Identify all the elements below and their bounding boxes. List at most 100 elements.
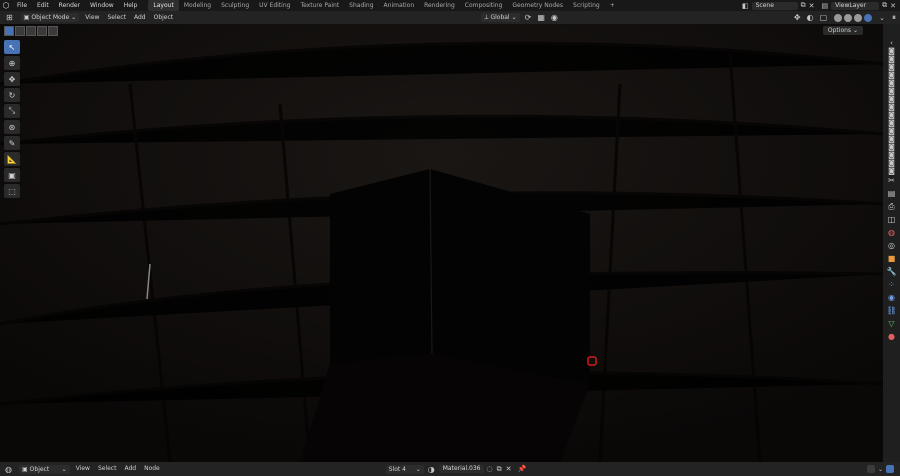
camera-icon[interactable]: ◙ xyxy=(887,88,897,95)
camera-icon[interactable]: ◙ xyxy=(887,168,897,175)
camera-icon[interactable]: ◙ xyxy=(887,128,897,135)
blender-logo-icon[interactable]: ⬡ xyxy=(0,1,12,10)
options-button[interactable]: Options ⌄ xyxy=(822,26,863,35)
menu-file[interactable]: File xyxy=(12,0,32,11)
view-layer-field[interactable]: ViewLayer xyxy=(831,1,880,10)
proportional-editing-icon[interactable]: ◉ xyxy=(548,13,561,22)
menu-view[interactable]: View xyxy=(72,462,94,476)
cursor-tool-icon[interactable]: ⊕ xyxy=(4,56,20,70)
orientation-dropdown[interactable]: ⟂ Global ⌄ xyxy=(481,13,520,22)
render-properties-icon[interactable]: ▤ xyxy=(887,189,897,198)
menu-render[interactable]: Render xyxy=(54,0,85,11)
tab-texture-paint[interactable]: Texture Paint xyxy=(295,0,344,11)
camera-icon[interactable]: ◙ xyxy=(887,120,897,127)
snap-icon[interactable]: ▦ xyxy=(534,13,548,22)
camera-icon[interactable]: ◙ xyxy=(887,72,897,79)
toggle-sidebar-icon[interactable]: ⏸ xyxy=(888,13,900,23)
camera-icon[interactable]: ◙ xyxy=(887,152,897,159)
camera-icon[interactable]: ◙ xyxy=(887,160,897,167)
menu-add[interactable]: Add xyxy=(130,11,150,24)
new-scene-icon[interactable]: ⧉ xyxy=(801,1,806,10)
new-view-layer-icon[interactable]: ⧉ xyxy=(882,1,887,10)
rendered-shading-icon[interactable] xyxy=(864,13,873,22)
menu-edit[interactable]: Edit xyxy=(32,0,54,11)
tab-rendering[interactable]: Rendering xyxy=(419,0,460,11)
select-extend-icon[interactable] xyxy=(15,26,25,36)
delete-scene-icon[interactable]: ✕ xyxy=(809,2,815,10)
wireframe-shading-icon[interactable] xyxy=(834,13,843,22)
tab-compositing[interactable]: Compositing xyxy=(460,0,508,11)
tab-geometry-nodes[interactable]: Geometry Nodes xyxy=(507,0,568,11)
editor-type-icon[interactable]: ⊞ xyxy=(0,13,19,22)
xray-icon[interactable]: ▢ xyxy=(817,13,831,22)
sidebar-toggle-icon[interactable] xyxy=(886,465,894,473)
overlay-options-icon[interactable]: ⌄ xyxy=(875,466,886,473)
measure-tool-icon[interactable]: 📐 xyxy=(4,152,20,166)
tab-shading[interactable]: Shading xyxy=(344,0,378,11)
camera-icon[interactable]: ◙ xyxy=(887,104,897,111)
mode-dropdown[interactable]: ▣ Object Mode ⌄ xyxy=(20,13,80,22)
select-new-icon[interactable] xyxy=(4,26,14,36)
pin-icon[interactable]: 📌 xyxy=(513,465,530,473)
menu-object[interactable]: Object xyxy=(150,11,178,24)
select-intersect-icon[interactable] xyxy=(48,26,58,36)
expand-icon[interactable]: ‹ xyxy=(887,40,897,47)
menu-add[interactable]: Add xyxy=(120,462,140,476)
tab-sculpting[interactable]: Sculpting xyxy=(216,0,254,11)
solid-shading-icon[interactable] xyxy=(844,13,853,22)
tab-scripting[interactable]: Scripting xyxy=(568,0,605,11)
shading-options-icon[interactable]: ⌄ xyxy=(876,14,888,22)
menu-node[interactable]: Node xyxy=(140,462,164,476)
scene-properties-icon[interactable]: ◍ xyxy=(887,228,897,237)
camera-icon[interactable]: ◙ xyxy=(887,56,897,63)
editor-type-icon[interactable]: ◍ xyxy=(0,465,17,474)
select-invert-icon[interactable] xyxy=(37,26,47,36)
unlink-material-icon[interactable]: ✕ xyxy=(504,465,514,473)
camera-icon[interactable]: ◙ xyxy=(887,112,897,119)
view-layer-properties-icon[interactable]: ◫ xyxy=(887,215,897,224)
overlay-toggle-icon[interactable] xyxy=(866,465,875,473)
scale-tool-icon[interactable]: ⤡ xyxy=(4,104,20,118)
camera-icon[interactable]: ◙ xyxy=(887,80,897,87)
camera-icon[interactable]: ◙ xyxy=(887,64,897,71)
constraints-properties-icon[interactable]: ⛓ xyxy=(887,306,897,315)
tab-layout[interactable]: Layout xyxy=(148,0,179,11)
overlays-icon[interactable]: ◐ xyxy=(804,13,817,22)
camera-icon[interactable]: ◙ xyxy=(887,96,897,103)
material-field[interactable]: Material.036 xyxy=(438,465,485,473)
tab-animation[interactable]: Animation xyxy=(379,0,420,11)
add-cube-tool-icon[interactable]: ▣ xyxy=(4,168,20,182)
data-properties-icon[interactable]: ▽ xyxy=(887,319,897,328)
camera-icon[interactable]: ◙ xyxy=(887,144,897,151)
menu-select[interactable]: Select xyxy=(103,11,130,24)
material-icon[interactable]: ◑ xyxy=(426,465,437,474)
tab-uv-editing[interactable]: UV Editing xyxy=(254,0,295,11)
camera-icon[interactable]: ◙ xyxy=(887,48,897,55)
delete-view-layer-icon[interactable]: ✕ xyxy=(890,2,896,10)
select-box-tool-icon[interactable]: ↖ xyxy=(4,40,20,54)
gizmo-icon[interactable]: ✥ xyxy=(791,13,804,22)
material-properties-icon[interactable]: ● xyxy=(887,332,897,341)
add-workspace-button[interactable]: + xyxy=(605,0,620,11)
new-material-icon[interactable]: ⧉ xyxy=(495,465,504,474)
transform-tool-icon[interactable]: ⊛ xyxy=(4,120,20,134)
node-mode-dropdown[interactable]: ▣ Object ⌄ xyxy=(18,464,70,474)
select-subtract-icon[interactable] xyxy=(26,26,36,36)
output-properties-icon[interactable]: ⎙ xyxy=(887,202,897,211)
particles-properties-icon[interactable]: ⁘ xyxy=(887,280,897,289)
physics-properties-icon[interactable]: ◉ xyxy=(887,293,897,302)
camera-icon[interactable]: ◙ xyxy=(887,136,897,143)
fake-user-icon[interactable]: ◌ xyxy=(484,465,494,473)
move-tool-icon[interactable]: ✥ xyxy=(4,72,20,86)
menu-select[interactable]: Select xyxy=(94,462,121,476)
material-shading-icon[interactable] xyxy=(854,13,863,22)
add-object-tool-icon[interactable]: ⬚ xyxy=(4,184,20,198)
menu-view[interactable]: View xyxy=(81,11,103,24)
menu-help[interactable]: Help xyxy=(119,0,143,11)
slot-dropdown[interactable]: Slot 4 ⌄ xyxy=(385,464,424,474)
annotate-tool-icon[interactable]: ✎ xyxy=(4,136,20,150)
scene-field[interactable]: Scene xyxy=(751,1,798,10)
tool-properties-icon[interactable]: ✂ xyxy=(887,176,897,185)
modifier-properties-icon[interactable]: 🔧 xyxy=(887,267,897,276)
3d-viewport[interactable]: Options ⌄ ↖ ⊕ ✥ ↻ ⤡ ⊛ ✎ 📐 ▣ ⬚ xyxy=(0,24,883,462)
